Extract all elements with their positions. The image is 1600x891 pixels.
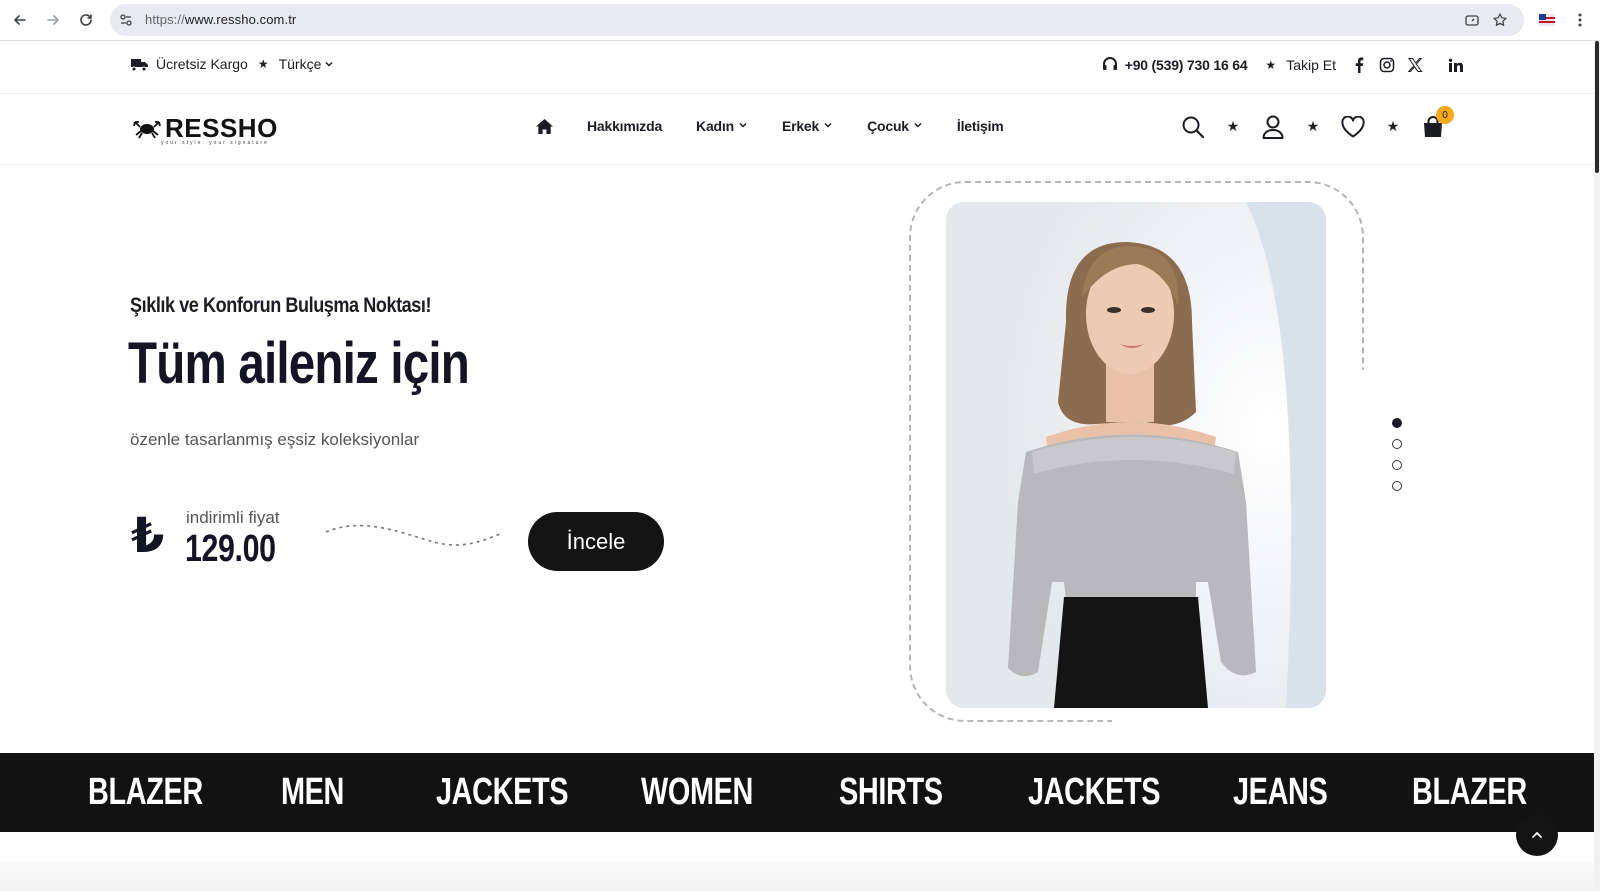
hero-kicker: Şıklık ve Konforun Buluşma Noktası! (130, 294, 432, 317)
headset-icon (1101, 56, 1119, 74)
separator-star-icon: ★ (1226, 119, 1240, 135)
category-item[interactable]: JACKETS (1028, 771, 1161, 814)
logo[interactable]: RESSHO your style. your signature (133, 112, 278, 146)
category-item[interactable]: MEN (281, 771, 344, 814)
nav-about[interactable]: Hakkımızda (587, 118, 662, 134)
slider-dot-3[interactable] (1392, 460, 1402, 470)
nav-label: Kadın (696, 118, 734, 134)
nav-label: Çocuk (867, 118, 909, 134)
page-scroll-thumb[interactable] (1595, 41, 1599, 173)
home-icon (536, 118, 553, 134)
chevron-down-icon (823, 120, 833, 133)
search-icon[interactable] (1180, 114, 1206, 140)
nav-label: İletişim (956, 118, 1004, 134)
nav-home[interactable] (536, 118, 553, 134)
price-label: indirimli fiyat (186, 508, 280, 527)
topbar-left: Ücretsiz Kargo ★ Türkçe (130, 56, 334, 72)
view-button[interactable]: İncele (528, 512, 664, 571)
slider-dot-1[interactable] (1392, 418, 1402, 428)
category-item[interactable]: BLAZER (1412, 771, 1527, 814)
nav-kids[interactable]: Çocuk (867, 118, 923, 134)
forward-icon[interactable] (41, 8, 65, 32)
heart-icon[interactable] (1340, 114, 1366, 140)
browser-toolbar: https://www.ressho.com.tr (0, 0, 1600, 41)
browser-menu-icon[interactable] (1570, 10, 1590, 30)
price-value: 129.00 (185, 528, 276, 570)
nav-contact[interactable]: İletişim (957, 118, 1004, 134)
nav-label: Erkek (781, 118, 820, 134)
x-twitter-icon[interactable] (1406, 56, 1424, 74)
header-actions: ★ ★ ★ 0 (1180, 106, 1454, 140)
lira-currency-icon: ₺ (131, 508, 165, 564)
url-host: www.ressho.com.tr (184, 12, 297, 27)
topbar-right: +90 (539) 730 16 64 ★ Takip Et (1101, 56, 1464, 74)
category-item[interactable]: WOMEN (641, 771, 753, 814)
main-header: RESSHO your style. your signature Hakkım… (0, 94, 1594, 165)
bookmark-star-icon[interactable] (1492, 12, 1508, 28)
separator-star-icon: ★ (1265, 58, 1277, 72)
language-selector[interactable]: Türkçe (279, 56, 335, 72)
separator-star-icon: ★ (1386, 119, 1400, 135)
hero-title: Tüm aileniz için (128, 331, 470, 396)
site-settings-icon[interactable] (118, 12, 134, 28)
language-label: Türkçe (278, 56, 322, 72)
logo-text: RESSHO (165, 112, 278, 143)
category-marquee: BLAZER MEN JACKETS WOMEN SHIRTS JACKETS … (0, 753, 1594, 832)
category-item[interactable]: JACKETS (436, 771, 569, 814)
performance-icon[interactable] (1464, 12, 1480, 28)
url-scheme: https:// (145, 12, 185, 27)
reload-icon[interactable] (74, 8, 98, 32)
nav-men[interactable]: Erkek (782, 118, 833, 134)
decorative-dashed-curve (325, 524, 501, 546)
chevron-down-icon (738, 120, 748, 133)
category-item[interactable]: BLAZER (88, 771, 203, 814)
url-text: https://www.ressho.com.tr (145, 12, 296, 27)
user-icon[interactable] (1260, 114, 1286, 140)
follow-label: Takip Et (1286, 57, 1336, 73)
nav-label: Hakkımızda (587, 118, 663, 134)
frame-gap (1325, 370, 1385, 730)
address-bar[interactable]: https://www.ressho.com.tr (110, 4, 1524, 36)
hero-model-image (946, 202, 1326, 708)
slider-dot-2[interactable] (1392, 439, 1402, 449)
crab-logo-icon (133, 117, 161, 139)
back-to-top-button[interactable] (1516, 814, 1558, 856)
top-info-bar: Ücretsiz Kargo ★ Türkçe +90 (539) 730 16… (0, 41, 1594, 94)
separator-star-icon: ★ (1306, 119, 1320, 135)
free-shipping-label: Ücretsiz Kargo (156, 56, 248, 72)
slider-dot-4[interactable] (1392, 481, 1402, 491)
phone-number[interactable]: +90 (539) 730 16 64 (1125, 57, 1248, 73)
main-nav: Hakkımızda Kadın Erkek Çocuk İletişim (536, 118, 1038, 134)
facebook-icon[interactable] (1350, 56, 1368, 74)
separator-star-icon: ★ (257, 57, 269, 71)
back-icon[interactable] (8, 8, 32, 32)
logo-tagline: your style. your signature (161, 140, 269, 146)
instagram-icon[interactable] (1378, 56, 1396, 74)
chevron-down-icon (324, 59, 334, 69)
extension-icon[interactable] (1537, 10, 1557, 30)
chevron-up-icon (1531, 829, 1543, 841)
category-item[interactable]: SHIRTS (839, 771, 943, 814)
social-links (1350, 56, 1464, 74)
truck-icon (130, 57, 149, 72)
next-section-edge (0, 862, 1594, 891)
linkedin-icon[interactable] (1446, 56, 1464, 74)
slider-pagination (1392, 418, 1402, 491)
cart-button[interactable]: 0 (1420, 106, 1454, 140)
chevron-down-icon (913, 120, 923, 133)
category-item[interactable]: JEANS (1233, 771, 1328, 814)
nav-women[interactable]: Kadın (696, 118, 748, 134)
hero-subtitle: özenle tasarlanmış eşsiz koleksiyonlar (130, 430, 420, 449)
cart-count-badge: 0 (1436, 106, 1454, 124)
